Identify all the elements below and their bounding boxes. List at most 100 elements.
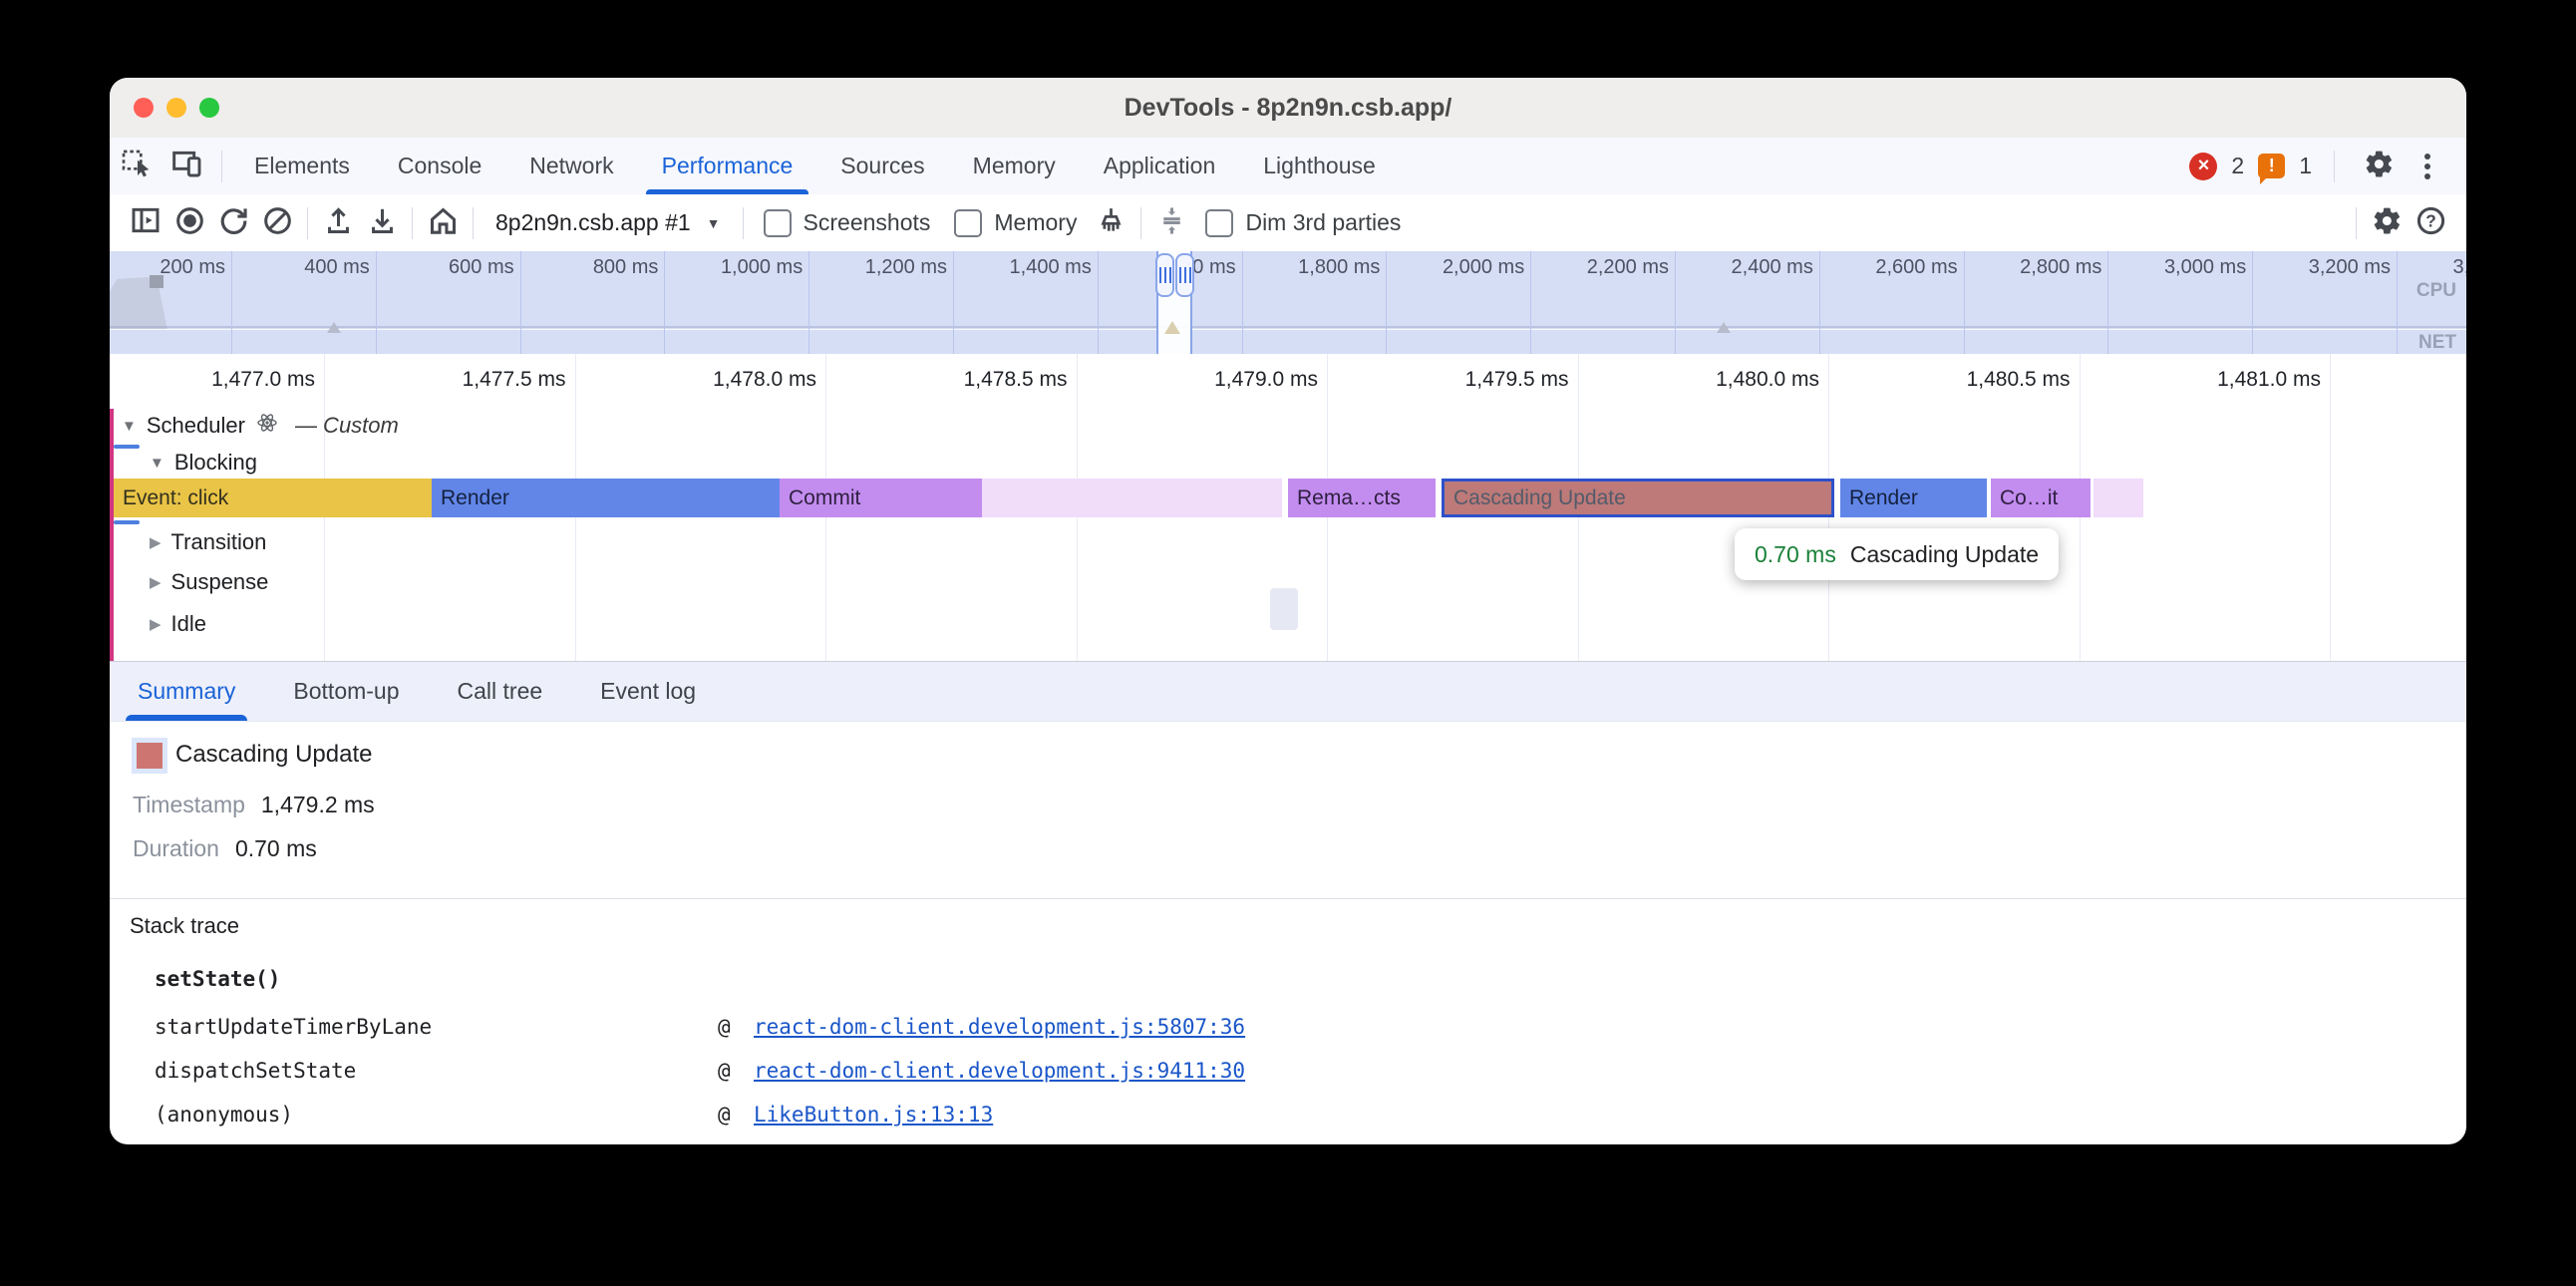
track-group-label: Blocking: [174, 450, 257, 476]
tab-sources[interactable]: Sources: [816, 138, 948, 194]
divider: [307, 207, 308, 239]
tab-performance[interactable]: Performance: [638, 138, 817, 194]
tab-network[interactable]: Network: [505, 138, 637, 194]
overview-tick-label: 2,600 ms: [1875, 256, 1957, 279]
expander-icon[interactable]: ▼: [122, 418, 137, 435]
toggle-device-toolbar-button[interactable]: [161, 138, 213, 194]
settings-button[interactable]: [2357, 145, 2401, 188]
stack-frame-at: @: [718, 1015, 754, 1039]
record-button[interactable]: [167, 201, 211, 245]
capture-settings-button[interactable]: [2365, 201, 2409, 245]
maximize-window-button[interactable]: [199, 98, 219, 118]
record-and-reload-button[interactable]: [211, 201, 255, 245]
warning-count[interactable]: 1: [2299, 153, 2312, 179]
stack-frame-source-link[interactable]: react-dom-client.development.js:5807:36: [754, 1015, 1245, 1039]
stack-trace-frames: startUpdateTimerByLane@react-dom-client.…: [155, 1005, 2426, 1136]
home-button[interactable]: [421, 201, 465, 245]
overview-gridline: [2252, 251, 2253, 354]
stack-frame-at: @: [718, 1103, 754, 1126]
help-icon: ?: [2415, 204, 2447, 242]
expander-icon[interactable]: ▶: [150, 615, 161, 633]
stack-frame-function: dispatchSetState: [155, 1059, 718, 1083]
expander-icon[interactable]: ▼: [150, 455, 164, 472]
divider: [1140, 207, 1141, 239]
overview-gridline: [231, 251, 232, 354]
expander-icon[interactable]: ▶: [150, 533, 161, 551]
memory-label: Memory: [994, 209, 1077, 236]
minimize-window-button[interactable]: [166, 98, 186, 118]
ruler-tick-label: 1,479.0 ms: [1214, 368, 1318, 392]
track-group-idle[interactable]: ▶ Idle: [150, 608, 206, 640]
tab-application[interactable]: Application: [1080, 138, 1240, 194]
ruler-tick-label: 1,478.5 ms: [964, 368, 1068, 392]
device-toolbar-icon: [171, 148, 203, 184]
track-scheduler[interactable]: ▼ Scheduler — Custom: [122, 410, 399, 442]
tab-bottom-up[interactable]: Bottom-up: [293, 662, 399, 721]
gear-icon: [2372, 205, 2403, 241]
stack-frame-at: @: [718, 1059, 754, 1083]
reload-icon: [217, 204, 250, 242]
inspect-icon: [120, 148, 152, 184]
overview-gridline: [1098, 251, 1099, 354]
close-window-button[interactable]: [134, 98, 154, 118]
overview-gridline: [1386, 251, 1387, 354]
screenshots-checkbox[interactable]: Screenshots: [752, 209, 943, 237]
home-icon: [427, 204, 460, 242]
flame-bar-rema-cts[interactable]: Rema…cts: [1288, 479, 1436, 517]
dim-3rd-parties-checkbox[interactable]: Dim 3rd parties: [1193, 209, 1413, 237]
stack-frame-source-link[interactable]: LikeButton.js:13:13: [754, 1103, 993, 1126]
flame-bar-commit[interactable]: Commit: [780, 479, 982, 517]
load-profile-button[interactable]: [316, 201, 360, 245]
tab-console[interactable]: Console: [374, 138, 505, 194]
expander-icon[interactable]: ▶: [150, 573, 161, 591]
flame-bar-render[interactable]: Render: [432, 479, 780, 517]
ruler-tick-label: 1,481.0 ms: [2217, 368, 2321, 392]
tab-summary[interactable]: Summary: [138, 662, 235, 721]
stack-trace-header: setState(): [155, 967, 280, 991]
track-group-blocking[interactable]: ▼ Blocking: [150, 447, 257, 479]
track-resize-tick[interactable]: [114, 520, 140, 524]
inspect-element-button[interactable]: [110, 138, 161, 194]
tab-memory[interactable]: Memory: [949, 138, 1080, 194]
selection-right-handle[interactable]: [1175, 253, 1194, 297]
error-count[interactable]: 2: [2231, 153, 2244, 179]
overview-gridline: [1819, 251, 1820, 354]
window-titlebar: DevTools - 8p2n9n.csb.app/: [110, 78, 2466, 139]
kebab-menu-icon[interactable]: [2424, 163, 2430, 169]
devtools-tabbar: ElementsConsoleNetworkPerformanceSources…: [110, 138, 2466, 195]
tabbar-right-cluster: × 2 ! 1: [2189, 138, 2466, 194]
timeline-overview[interactable]: CPU NET 200 ms400 ms600 ms800 ms1,000 ms…: [110, 251, 2466, 354]
flame-bar-unlabeled[interactable]: [982, 479, 1282, 517]
toolbar-right-cluster: ?: [2348, 201, 2452, 245]
flame-bar-unlabeled[interactable]: [2093, 479, 2143, 517]
tab-call-tree[interactable]: Call tree: [458, 662, 543, 721]
save-profile-button[interactable]: [360, 201, 404, 245]
memory-checkbox[interactable]: Memory: [942, 209, 1089, 237]
track-group-transition[interactable]: ▶ Transition: [150, 526, 266, 558]
flame-bar-co-it[interactable]: Co…it: [1991, 479, 2091, 517]
help-button[interactable]: ?: [2409, 201, 2452, 245]
flame-bar-render[interactable]: Render: [1840, 479, 1987, 517]
warning-icon[interactable]: !: [2258, 154, 2285, 178]
selection-left-handle[interactable]: [1155, 253, 1174, 297]
stack-frame-source-link[interactable]: react-dom-client.development.js:9411:30: [754, 1059, 1245, 1083]
target-selector[interactable]: 8p2n9n.csb.app #1 ▼: [482, 209, 735, 236]
tab-lighthouse[interactable]: Lighthouse: [1239, 138, 1400, 194]
toggle-sidebar-button[interactable]: [124, 201, 167, 245]
track-group-suspense[interactable]: ▶ Suspense: [150, 566, 268, 598]
tab-event-log[interactable]: Event log: [600, 662, 696, 721]
collapse-sections-button[interactable]: [1149, 201, 1193, 245]
clear-recording-button[interactable]: [255, 201, 299, 245]
collect-garbage-button[interactable]: [1089, 201, 1132, 245]
overview-gridline: [2397, 251, 2398, 354]
ruler-tick-label: 1,479.5 ms: [1465, 368, 1569, 392]
divider: [473, 207, 474, 239]
flame-bar-event-click[interactable]: Event: click: [114, 479, 432, 517]
tab-elements[interactable]: Elements: [230, 138, 374, 194]
event-color-swatch-highlight: [132, 738, 167, 774]
flame-bar-cascading-update[interactable]: Cascading Update: [1442, 479, 1834, 517]
toggle-sidebar-icon: [130, 204, 161, 241]
overview-gridline: [520, 251, 521, 354]
error-icon[interactable]: ×: [2189, 153, 2217, 180]
track-resize-tick[interactable]: [114, 445, 140, 449]
